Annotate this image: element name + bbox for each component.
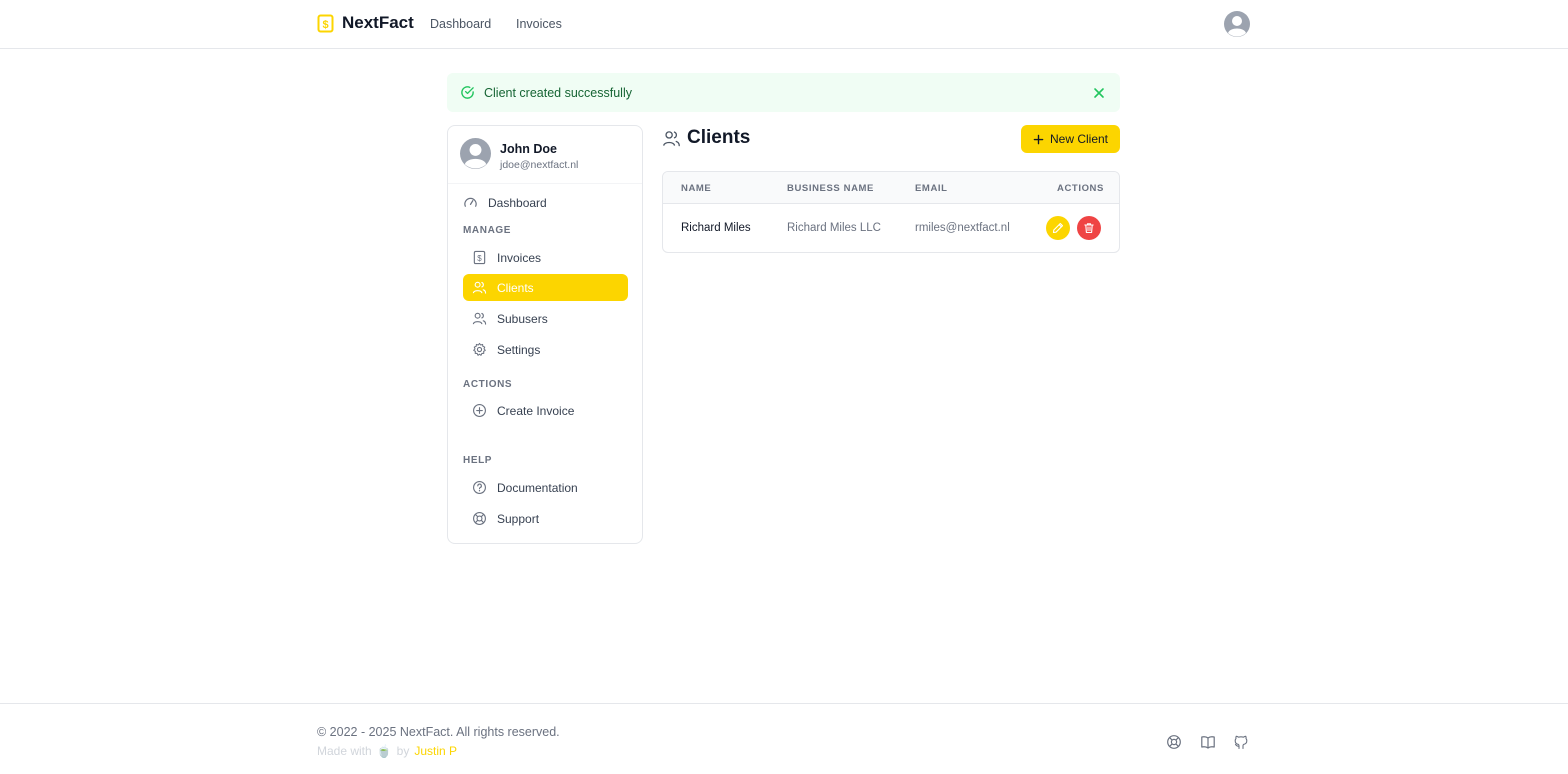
brand[interactable]: $ NextFact: [317, 13, 414, 33]
column-header-business: BUSINESS NAME: [787, 183, 874, 194]
pencil-icon: [1052, 222, 1064, 234]
trash-icon: [1083, 222, 1095, 234]
success-alert: Client created successfully: [447, 73, 1120, 112]
alert-message: Client created successfully: [484, 86, 632, 100]
author-link[interactable]: Justin P: [414, 744, 457, 758]
client-business-name: Richard Miles LLC: [787, 222, 881, 234]
lifebuoy-icon: [472, 511, 487, 526]
sidebar-item-label: Support: [497, 511, 540, 526]
new-client-button[interactable]: New Client: [1021, 125, 1120, 153]
section-label-help: HELP: [463, 455, 493, 466]
page-header: Clients: [662, 127, 750, 149]
topnav-invoices[interactable]: Invoices: [516, 17, 562, 31]
made-with-text: Made with: [317, 744, 372, 758]
sidebar-item-invoices[interactable]: $ Invoices: [463, 244, 628, 271]
client-email: rmiles@nextfact.nl: [915, 222, 1010, 234]
section-label-manage: MANAGE: [463, 225, 512, 236]
sidebar-item-label: Settings: [497, 342, 541, 357]
invoice-dollar-icon: $: [317, 14, 334, 33]
sidebar-item-dashboard[interactable]: Dashboard: [463, 189, 628, 216]
topnav-dashboard[interactable]: Dashboard: [430, 17, 491, 31]
sidebar-item-label: Clients: [497, 280, 534, 295]
user-name: John Doe: [500, 142, 557, 156]
table-header: NAME BUSINESS NAME EMAIL ACTIONS: [663, 172, 1119, 204]
table-row: Richard Miles Richard Miles LLC rmiles@n…: [663, 204, 1119, 252]
sidebar-item-label: Create Invoice: [497, 403, 575, 418]
divider: [448, 183, 642, 184]
column-header-email: EMAIL: [915, 183, 948, 194]
top-navbar: $ NextFact Dashboard Invoices: [0, 0, 1568, 49]
plus-icon: [1033, 134, 1044, 145]
sidebar-item-label: Documentation: [497, 480, 578, 495]
footer: © 2022 - 2025 NextFact. All rights reser…: [0, 703, 1568, 774]
tea-icon: 🍵: [376, 744, 392, 758]
sidebar-item-support[interactable]: Support: [463, 505, 628, 532]
plus-circle-icon: [472, 403, 487, 418]
users-icon: [662, 129, 681, 148]
sidebar-item-subusers[interactable]: Subusers: [463, 305, 628, 332]
made-with-credit: Made with 🍵 by Justin P: [317, 744, 457, 758]
edit-client-button[interactable]: [1046, 216, 1070, 240]
sidebar-item-clients[interactable]: Clients: [463, 274, 628, 301]
page-title: Clients: [687, 127, 751, 148]
close-icon[interactable]: [1092, 86, 1106, 100]
gauge-icon: [463, 195, 478, 210]
invoice-dollar-icon: $: [472, 250, 487, 265]
users-icon: [472, 311, 487, 326]
brand-name: NextFact: [342, 13, 414, 32]
user-email: jdoe@nextfact.nl: [500, 159, 579, 171]
sidebar-item-label: Dashboard: [488, 195, 547, 210]
client-name: Richard Miles: [681, 222, 751, 234]
delete-client-button[interactable]: [1077, 216, 1101, 240]
sidebar-item-create-invoice[interactable]: Create Invoice: [463, 397, 628, 424]
sidebar-item-documentation[interactable]: Documentation: [463, 474, 628, 501]
copyright: © 2022 - 2025 NextFact. All rights reser…: [317, 725, 560, 739]
clients-table: NAME BUSINESS NAME EMAIL ACTIONS Richard…: [662, 171, 1120, 253]
gear-icon: [472, 342, 487, 357]
sidebar-item-label: Subusers: [497, 311, 548, 326]
users-icon: [472, 280, 487, 295]
user-profile: John Doe jdoe@nextfact.nl: [460, 138, 630, 184]
by-text: by: [396, 744, 410, 758]
lifebuoy-icon[interactable]: [1166, 734, 1182, 750]
sidebar-item-settings[interactable]: Settings: [463, 336, 628, 363]
help-circle-icon: [472, 480, 487, 495]
book-icon[interactable]: [1200, 734, 1216, 750]
check-circle-icon: [460, 85, 475, 100]
avatar[interactable]: [1224, 11, 1250, 37]
github-icon[interactable]: [1233, 734, 1249, 750]
sidebar: John Doe jdoe@nextfact.nl Dashboard MANA…: [447, 125, 643, 544]
column-header-actions: ACTIONS: [1057, 183, 1104, 194]
new-client-label: New Client: [1049, 132, 1109, 146]
svg-text:$: $: [477, 254, 482, 263]
column-header-name: NAME: [681, 183, 712, 194]
avatar: [460, 138, 491, 169]
sidebar-item-label: Invoices: [497, 250, 542, 265]
svg-text:$: $: [322, 19, 328, 31]
section-label-actions: ACTIONS: [463, 379, 513, 390]
